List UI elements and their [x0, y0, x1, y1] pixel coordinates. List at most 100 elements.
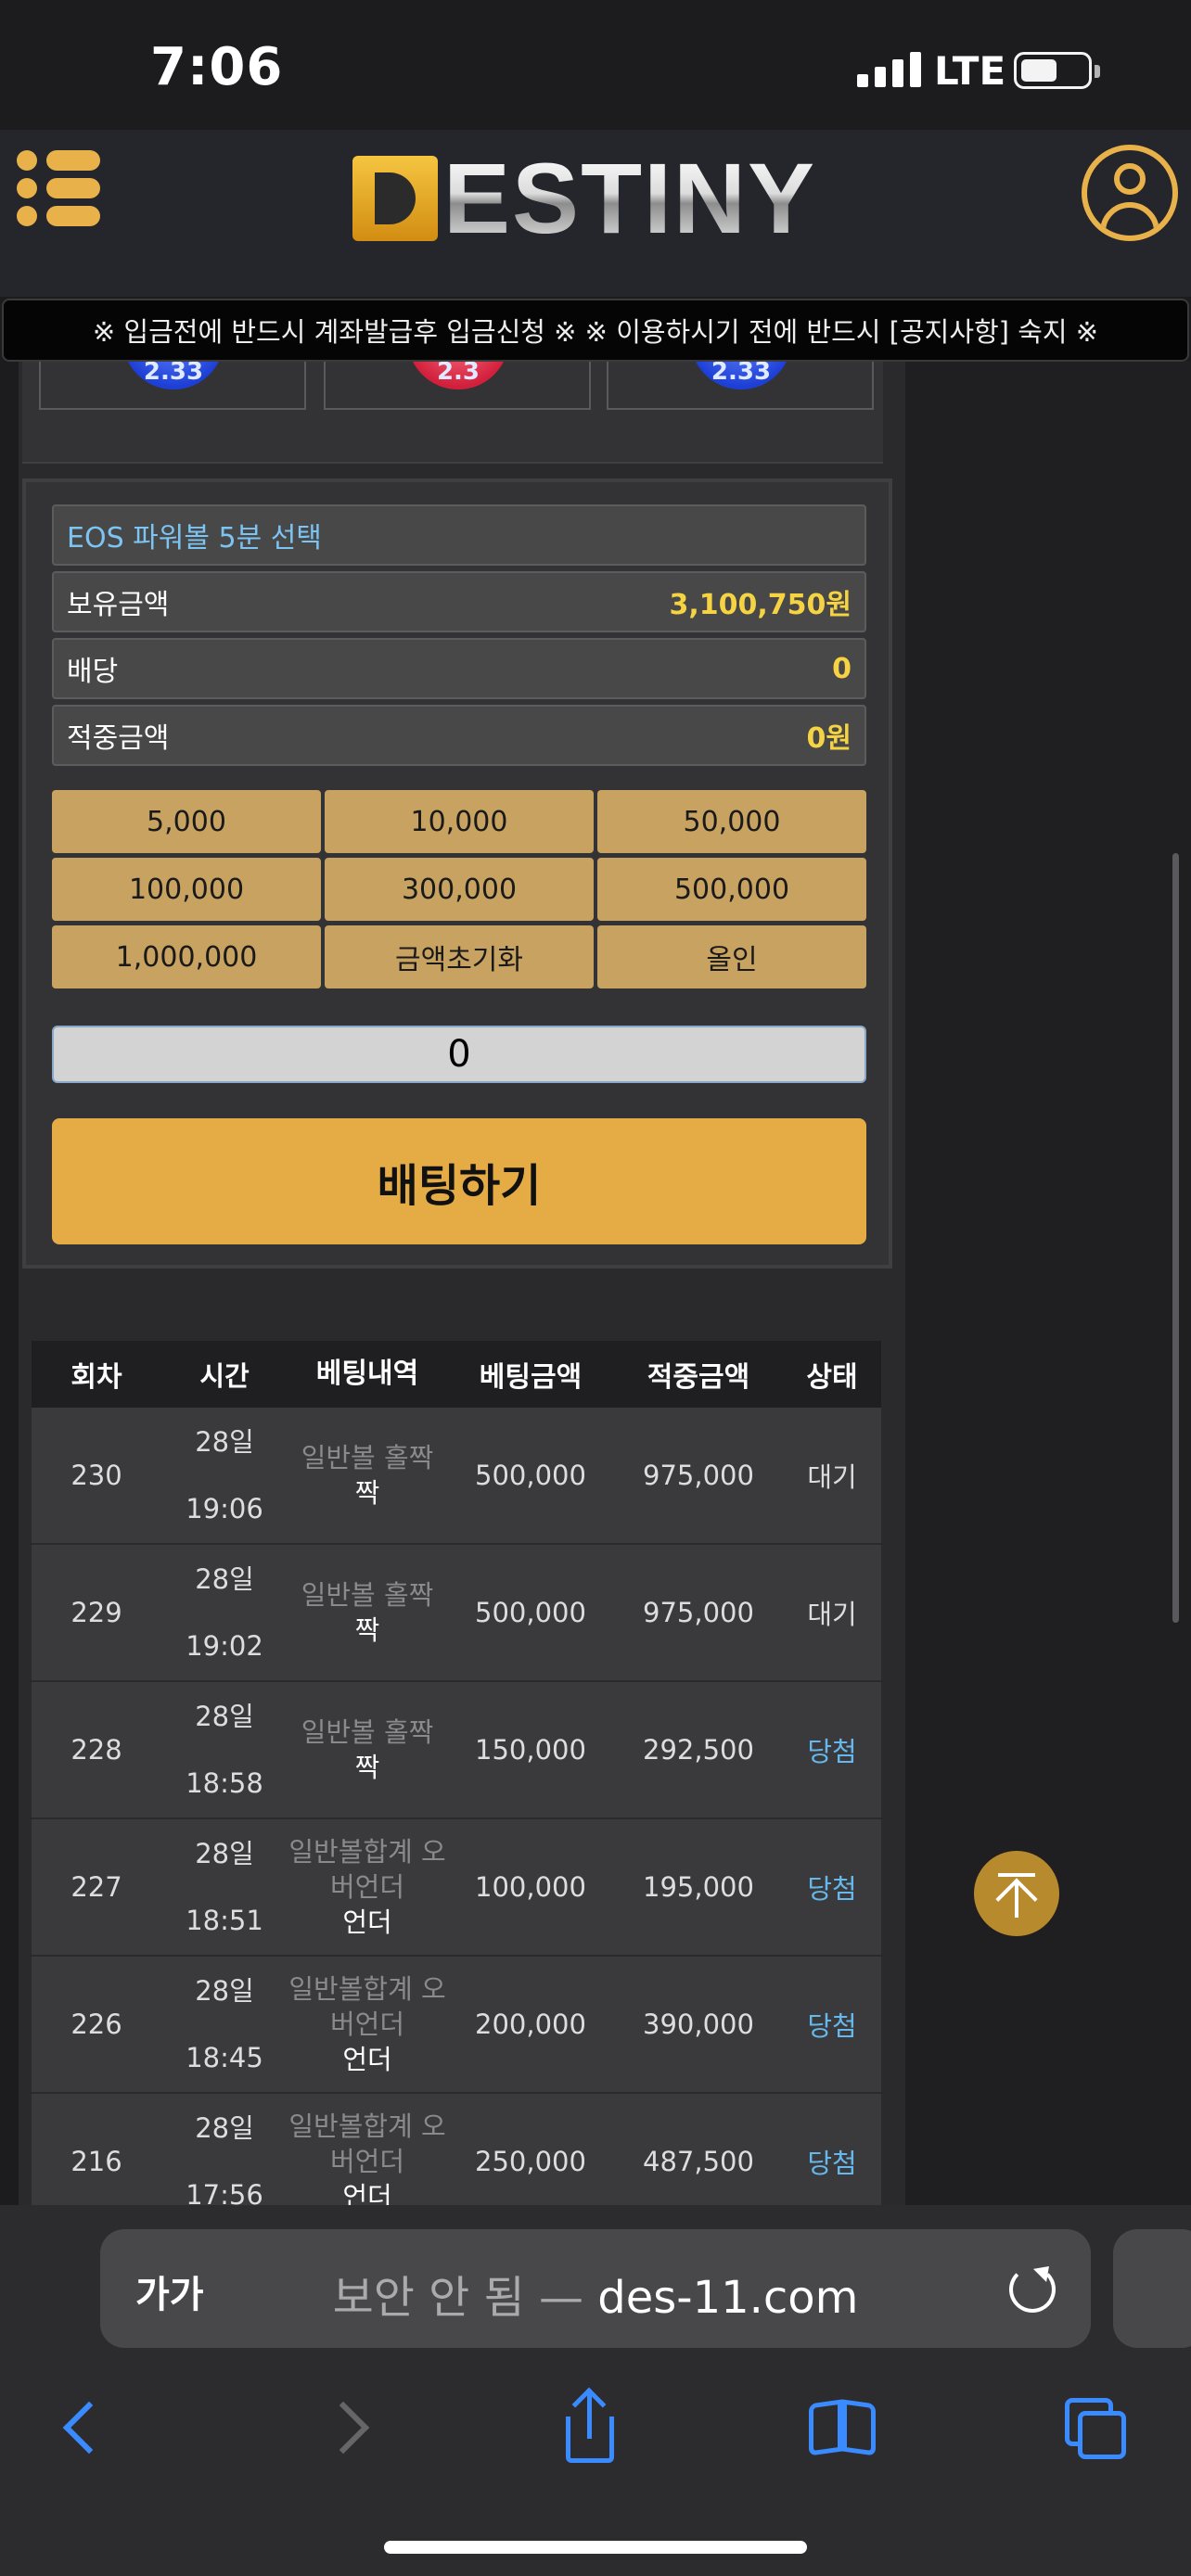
- row-status: 대기: [807, 1599, 857, 1630]
- table-body: 230 28일 19:06 일반볼 홀짝 짝 500,000 975,000 대기 229 28…: [32, 1408, 881, 2205]
- row-status: 당첨: [807, 2010, 857, 2042]
- share-icon[interactable]: [553, 2387, 627, 2465]
- scroll-to-top-button[interactable]: [974, 1851, 1059, 1936]
- row-time: 28일 18:51: [186, 1838, 263, 1936]
- row-bet-amount: 200,000: [475, 2009, 586, 2040]
- bookmarks-icon[interactable]: [805, 2391, 879, 2465]
- logo-text: ESTINY: [443, 142, 817, 254]
- site-logo[interactable]: ESTINY: [352, 148, 816, 249]
- row-status: 당첨: [807, 1736, 857, 1767]
- row-time: 28일 17:56: [186, 2112, 263, 2205]
- row-bet-pick: 짝: [354, 1752, 380, 1783]
- logo-d-mark: [352, 156, 438, 241]
- row-bet-detail: 일반볼합계 오버언더 언더: [288, 1834, 447, 1940]
- table-row: 228 28일 18:58 일반볼 홀짝짝 150,000 292,500 당첨: [32, 1682, 881, 1819]
- selected-game: EOS 파워볼 5분 선택: [67, 522, 322, 555]
- insecure-label: 보안 안 됨: [332, 2272, 525, 2324]
- place-bet-button[interactable]: 배팅하기: [52, 1118, 866, 1244]
- chip-button[interactable]: 300,000: [325, 858, 594, 921]
- bet-amount-input[interactable]: 0: [52, 1026, 866, 1083]
- home-indicator: [384, 2541, 807, 2554]
- row-round: 216: [70, 2146, 122, 2177]
- selected-game-row: EOS 파워볼 5분 선택: [52, 504, 866, 566]
- row-bet-detail: 일반볼 홀짝짝: [288, 1715, 447, 1785]
- chip-button[interactable]: 1,000,000: [52, 925, 321, 988]
- row-status: 당첨: [807, 2148, 857, 2179]
- balance-row: 보유금액 3,100,750원: [52, 571, 866, 632]
- odds-option[interactable]: 2.33: [607, 334, 874, 410]
- col-status: 상태: [806, 1361, 858, 1394]
- page-scrollbar[interactable]: [1172, 853, 1179, 1623]
- row-bet-detail: 일반볼 홀짝 짝: [288, 1577, 447, 1648]
- row-bet-type: 일반볼합계 오버언더: [288, 2111, 446, 2177]
- chip-button[interactable]: 100,000: [52, 858, 321, 921]
- signal-icon: [857, 52, 921, 87]
- odds-option[interactable]: 2.33: [39, 334, 306, 410]
- row-win-amount: 975,000: [643, 1597, 754, 1628]
- browser-toolbar: 가가 보안 안 됨 — des-11.com: [0, 2205, 1191, 2576]
- odds-label: 배당: [67, 656, 119, 688]
- reload-icon[interactable]: [1009, 2266, 1056, 2313]
- row-win-amount: 390,000: [643, 2009, 754, 2040]
- row-bet-type: 일반볼 홀짝: [301, 1716, 434, 1748]
- next-tab-peek[interactable]: [1113, 2229, 1191, 2348]
- row-bet-detail: 일반볼합계 오버언더 언더: [288, 2109, 447, 2205]
- row-bet-pick: 언더: [342, 2044, 392, 2075]
- table-row: 229 28일 19:02 일반볼 홀짝 짝 500,000 975,000 대기: [32, 1545, 881, 1682]
- col-win-amount: 적중금액: [647, 1361, 750, 1394]
- row-win-amount: 975,000: [643, 1460, 754, 1491]
- win-amount-row: 적중금액 0원: [52, 705, 866, 766]
- row-bet-pick: 짝: [354, 1477, 380, 1509]
- reset-amount-button[interactable]: 금액초기화: [325, 925, 594, 988]
- row-bet-pick: 짝: [354, 1614, 380, 1646]
- row-bet-type: 일반볼 홀짝: [301, 1579, 434, 1611]
- odds-panel: 2.33 2.3 2.33: [22, 334, 883, 464]
- row-win-amount: 487,500: [643, 2146, 754, 2177]
- odds-option[interactable]: 2.3: [324, 334, 591, 410]
- win-amount-value: 0원: [806, 722, 852, 755]
- row-bet-type: 일반볼합계 오버언더: [288, 1836, 446, 1903]
- chip-button[interactable]: 10,000: [325, 790, 594, 853]
- row-round: 230: [70, 1460, 122, 1491]
- row-bet-amount: 150,000: [475, 1734, 586, 1766]
- row-win-amount: 292,500: [643, 1734, 754, 1766]
- tabs-icon[interactable]: [1057, 2391, 1132, 2465]
- battery-icon: [1014, 52, 1100, 89]
- row-bet-amount: 500,000: [475, 1460, 586, 1491]
- site-header: ESTINY: [0, 130, 1191, 297]
- col-round: 회차: [70, 1361, 122, 1394]
- bet-history-table: 회차 시간 베팅내역 베팅금액 적중금액 상태 230 28일 19:06 일반볼 …: [32, 1341, 881, 2205]
- odds-value: 0: [832, 652, 852, 685]
- row-status: 대기: [807, 1461, 857, 1493]
- row-round: 226: [70, 2009, 122, 2040]
- row-round: 229: [70, 1597, 122, 1628]
- row-time: 28일 19:02: [186, 1563, 263, 1662]
- row-time: 28일 19:06: [186, 1426, 263, 1524]
- back-icon[interactable]: [45, 2391, 119, 2465]
- domain-label: des-11.com: [597, 2272, 859, 2324]
- user-profile-icon[interactable]: [1082, 145, 1178, 241]
- row-time: 28일 18:45: [186, 1975, 263, 2073]
- hamburger-menu-icon[interactable]: [17, 150, 102, 226]
- chip-button[interactable]: 500,000: [597, 858, 866, 921]
- row-bet-pick: 언더: [342, 1906, 392, 1938]
- network-label: LTE: [934, 48, 1006, 94]
- col-bet-amount: 베팅금액: [479, 1361, 583, 1394]
- row-round: 228: [70, 1734, 122, 1766]
- row-bet-detail: 일반볼합계 오버언더 언더: [288, 1971, 447, 2077]
- all-in-button[interactable]: 올인: [597, 925, 866, 988]
- right-gutter: [905, 362, 1191, 2216]
- chip-button[interactable]: 50,000: [597, 790, 866, 853]
- table-header: 회차 시간 베팅내역 베팅금액 적중금액 상태: [32, 1341, 881, 1408]
- row-bet-amount: 250,000: [475, 2146, 586, 2177]
- forward-icon[interactable]: [312, 2391, 386, 2465]
- chip-button[interactable]: 5,000: [52, 790, 321, 853]
- balance-label: 보유금액: [67, 589, 170, 621]
- table-row: 227 28일 18:51 일반볼합계 오버언더 언더 100,000 195,000 당첨: [32, 1819, 881, 1957]
- row-win-amount: 195,000: [643, 1871, 754, 1903]
- row-time: 28일 18:58: [186, 1701, 263, 1799]
- notice-marquee: ※ 입금전에 반드시 계좌발급후 입금신청 ※ ※ 이용하시기 전에 반드시 […: [2, 299, 1189, 362]
- address-bar[interactable]: 가가 보안 안 됨 — des-11.com: [100, 2229, 1091, 2348]
- col-time: 시간: [199, 1360, 250, 1392]
- balance-value: 3,100,750원: [669, 589, 852, 621]
